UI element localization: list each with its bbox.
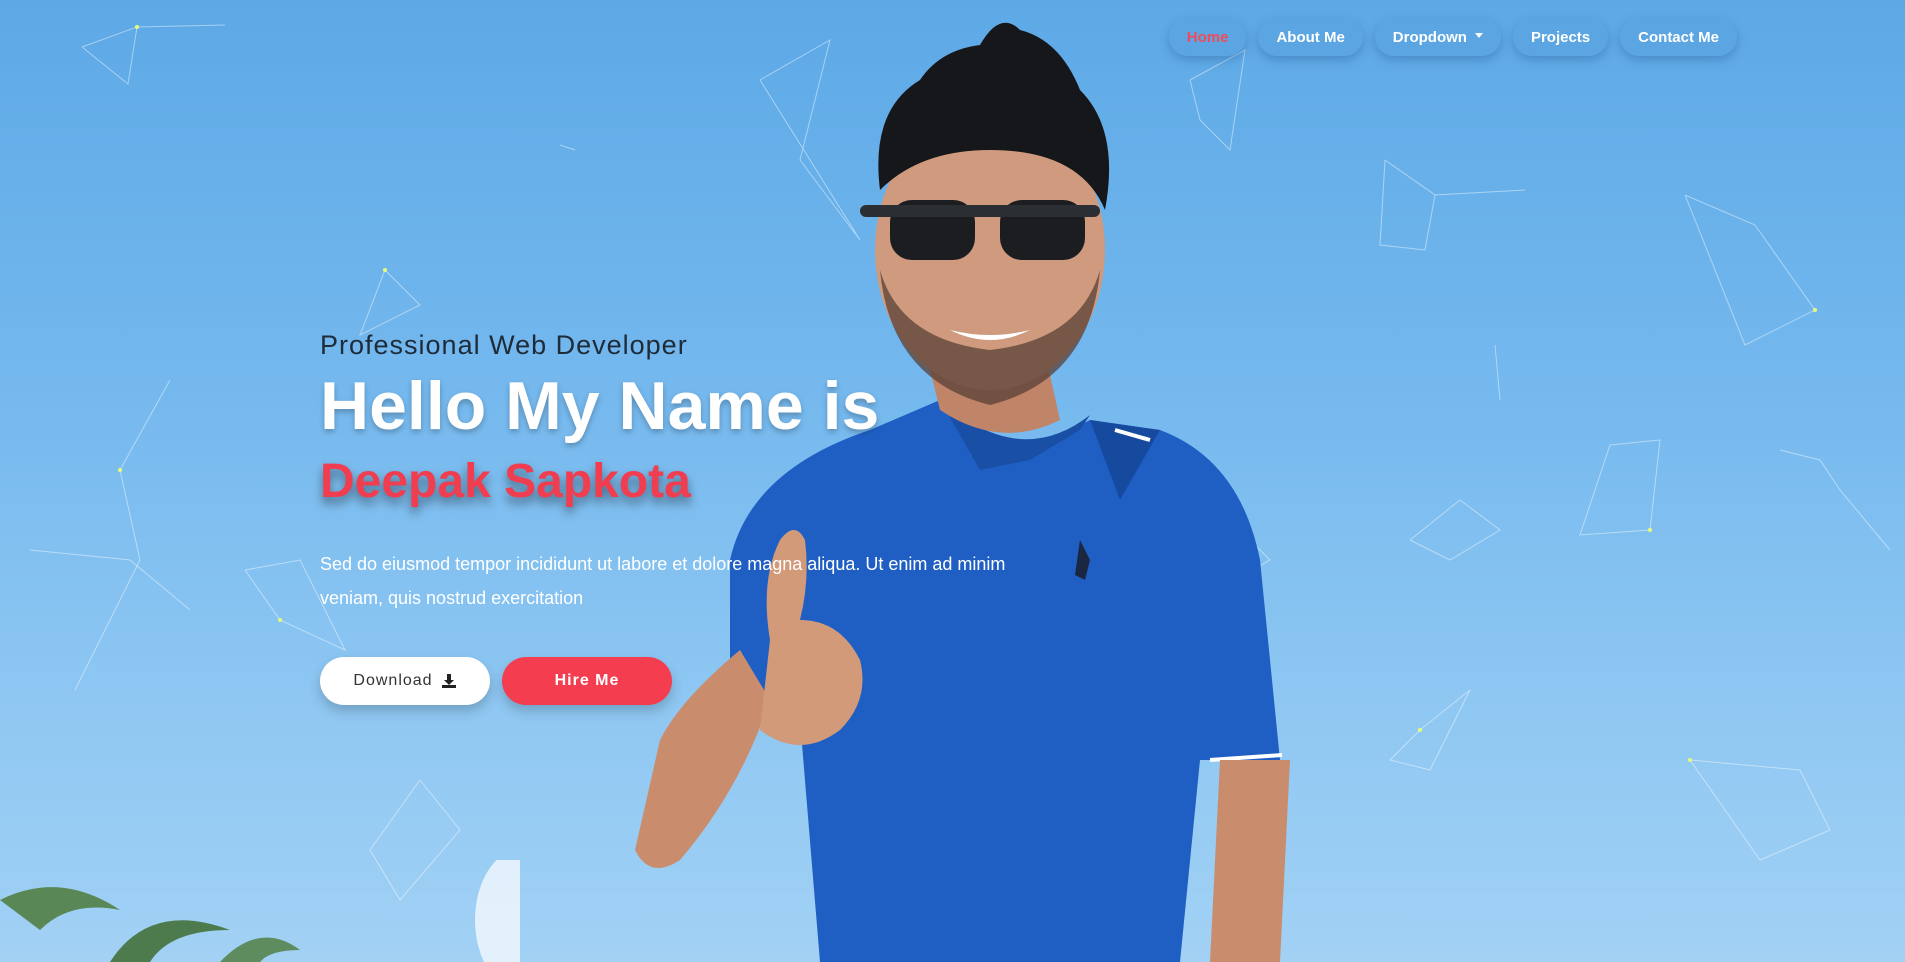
nav-dropdown-label: Dropdown (1392, 28, 1467, 46)
hero-name: Deepak Sapkota (320, 455, 691, 509)
nav-dropdown[interactable]: Dropdown (1374, 18, 1501, 56)
hero-buttons: Download Hire Me (320, 657, 1040, 706)
hero-headline: Hello My Name is (320, 368, 880, 444)
hero-section: Home About Me Dropdown Projects Contact … (0, 0, 1905, 962)
main-navbar: Home About Me Dropdown Projects Contact … (1168, 18, 1737, 56)
download-icon (441, 674, 456, 689)
download-button-label: Download (353, 672, 433, 690)
hero-content: Professional Web Developer Hello My Name… (320, 330, 1040, 706)
palm-tree-background (0, 860, 520, 962)
hero-description: Sed do eiusmod tempor incididunt ut labo… (320, 554, 1006, 609)
nav-contact-me[interactable]: Contact Me (1620, 18, 1737, 56)
caret-down-icon (1474, 32, 1483, 38)
nav-projects[interactable]: Projects (1512, 18, 1609, 56)
hero-subtitle: Professional Web Developer (320, 330, 688, 360)
hire-me-button[interactable]: Hire Me (502, 657, 672, 706)
download-button[interactable]: Download (320, 657, 490, 706)
nav-about-me[interactable]: About Me (1258, 18, 1363, 56)
nav-home[interactable]: Home (1168, 18, 1247, 56)
